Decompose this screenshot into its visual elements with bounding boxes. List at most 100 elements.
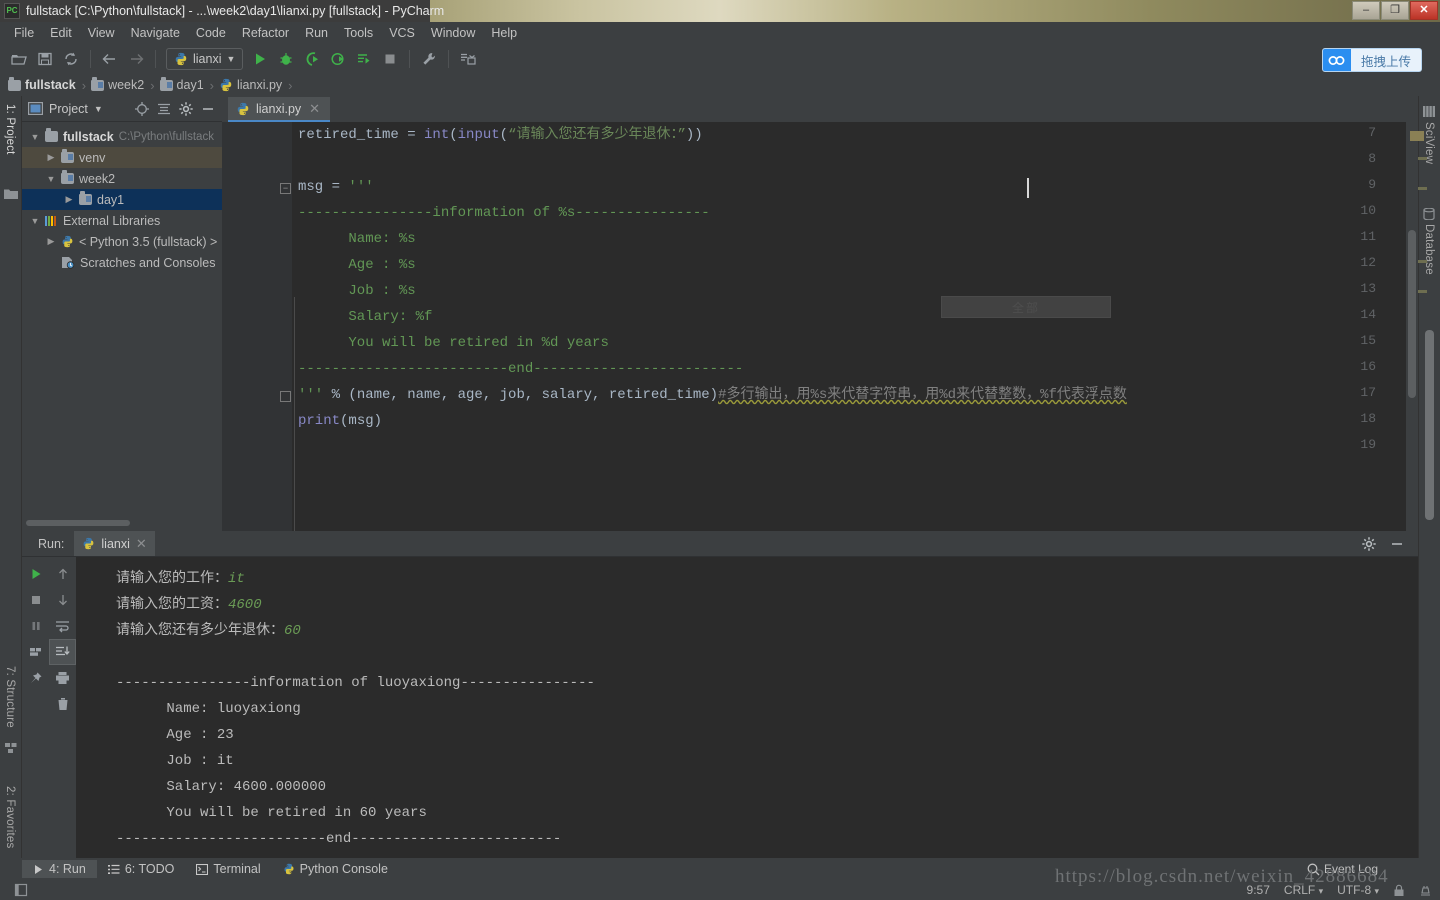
scroll-to-end-icon[interactable]: [49, 639, 76, 665]
menu-run[interactable]: Run: [297, 24, 336, 42]
down-arrow-icon[interactable]: [49, 587, 76, 613]
gear-icon[interactable]: [1362, 536, 1376, 551]
menu-vcs[interactable]: VCS: [381, 24, 423, 42]
menu-navigate[interactable]: Navigate: [123, 24, 188, 42]
status-bar: 9:57 CRLF ▾ UTF-8 ▾: [0, 880, 1440, 900]
hide-panel-icon[interactable]: [1390, 537, 1404, 551]
code-editor[interactable]: 7 8 9 10 11 12 13 14 15 16 17 18 19 − re…: [222, 122, 1418, 531]
stop-icon[interactable]: [378, 47, 402, 71]
breadcrumb-item-lianxi[interactable]: lianxi.py: [219, 78, 288, 92]
memory-indicator-icon[interactable]: [1419, 884, 1432, 897]
menu-tools[interactable]: Tools: [336, 24, 381, 42]
code-line-14: Salary: %f: [298, 309, 433, 325]
scratches-icon: [61, 256, 75, 269]
menu-file[interactable]: File: [6, 24, 42, 42]
up-arrow-icon[interactable]: [49, 561, 76, 587]
tree-item-day1[interactable]: ▶ day1: [22, 189, 222, 210]
gear-icon[interactable]: [179, 101, 193, 116]
chevron-expanded-icon[interactable]: ▼: [30, 132, 40, 142]
profile-icon[interactable]: [326, 47, 350, 71]
close-button[interactable]: ✕: [1410, 1, 1438, 20]
bottom-tab-terminal[interactable]: Terminal: [185, 860, 271, 878]
run-icon[interactable]: [248, 47, 272, 71]
pin-icon[interactable]: [22, 665, 49, 691]
trash-icon[interactable]: [49, 691, 76, 717]
menu-view[interactable]: View: [80, 24, 123, 42]
minimize-button[interactable]: –: [1352, 1, 1380, 20]
hide-panel-icon[interactable]: [201, 102, 215, 116]
open-folder-icon[interactable]: [7, 47, 31, 71]
pause-icon[interactable]: [22, 613, 49, 639]
toggle-tool-windows-icon[interactable]: [14, 883, 28, 897]
sidebar-item-database[interactable]: Database: [1423, 224, 1435, 275]
sidebar-item-structure[interactable]: 7: Structure: [4, 666, 16, 728]
project-panel-horizontal-scrollbar[interactable]: [26, 520, 130, 526]
close-icon[interactable]: ✕: [136, 536, 147, 552]
tab-lianxi-py[interactable]: lianxi.py ✕: [228, 97, 331, 122]
sidebar-item-project[interactable]: 1: Project: [4, 104, 16, 155]
baidu-upload-button[interactable]: 拖拽上传: [1321, 48, 1422, 72]
target-icon[interactable]: [135, 101, 149, 116]
status-bar-right: 9:57 CRLF ▾ UTF-8 ▾: [1247, 880, 1432, 900]
code-token: print: [298, 413, 341, 429]
chevron-expanded-icon[interactable]: ▼: [30, 216, 40, 226]
editor-vertical-scrollbar[interactable]: [1406, 122, 1418, 531]
editor-code-area[interactable]: retired_time = int(input(“请输入您还有多少年退休：”)…: [292, 122, 1418, 531]
file-encoding[interactable]: UTF-8 ▾: [1337, 883, 1379, 897]
fold-marker-end[interactable]: [280, 391, 291, 402]
output-user-input: it: [228, 571, 245, 587]
chevron-expanded-icon[interactable]: ▼: [46, 174, 56, 184]
bottom-tab-python-console[interactable]: Python Console: [272, 860, 399, 878]
run-configuration-selector[interactable]: lianxi ▼: [166, 48, 244, 70]
menu-code[interactable]: Code: [188, 24, 234, 42]
chevron-down-icon[interactable]: ▼: [94, 104, 103, 114]
chevron-collapsed-icon[interactable]: ▶: [46, 152, 56, 163]
tree-item-week2[interactable]: ▼ week2: [22, 168, 222, 189]
bottom-tab-run[interactable]: 4: Run: [22, 860, 97, 878]
breadcrumb-item-day1[interactable]: day1: [159, 76, 210, 92]
fold-marker-start[interactable]: −: [280, 183, 291, 194]
save-all-icon[interactable]: [33, 47, 57, 71]
menu-edit[interactable]: Edit: [42, 24, 80, 42]
menu-refactor[interactable]: Refactor: [234, 24, 297, 42]
event-log-button[interactable]: Event Log: [1307, 862, 1378, 876]
soft-wrap-icon[interactable]: [49, 613, 76, 639]
tree-item-scratches[interactable]: Scratches and Consoles: [22, 252, 222, 273]
tree-item-external-libraries[interactable]: ▼ External Libraries: [22, 210, 222, 231]
sync-icon[interactable]: [59, 47, 83, 71]
breadcrumb-item-week2[interactable]: week2: [91, 76, 150, 92]
collapse-all-icon[interactable]: [157, 102, 171, 116]
menu-help[interactable]: Help: [483, 24, 525, 42]
back-arrow-icon[interactable]: [98, 47, 122, 71]
run-output-console[interactable]: 请输入您的工作：it 请输入您的工资：4600 请输入您还有多少年退休：60 -…: [76, 557, 1418, 858]
debug-icon[interactable]: [274, 47, 298, 71]
tree-item-fullstack[interactable]: ▼ fullstack C:\Python\fullstack: [22, 126, 222, 147]
settings-wrench-icon[interactable]: [417, 47, 441, 71]
forward-arrow-icon[interactable]: [124, 47, 148, 71]
rerun-icon[interactable]: [22, 561, 49, 587]
chevron-collapsed-icon[interactable]: ▶: [64, 194, 74, 205]
update-project-icon[interactable]: [456, 47, 480, 71]
line-separator[interactable]: CRLF ▾: [1284, 883, 1323, 897]
editor-overview-scrollbar[interactable]: [1425, 330, 1434, 520]
breadcrumb-item-fullstack[interactable]: fullstack: [8, 76, 82, 92]
close-icon[interactable]: ✕: [309, 101, 320, 117]
editor-scrollbar-thumb[interactable]: [1408, 230, 1416, 398]
run-coverage-icon[interactable]: [300, 47, 324, 71]
menu-window[interactable]: Window: [423, 24, 483, 42]
run-with-console-icon[interactable]: [352, 47, 376, 71]
printer-icon[interactable]: [49, 665, 76, 691]
run-tab-lianxi[interactable]: lianxi ✕: [74, 531, 155, 556]
breadcrumb-separator-3: ›: [209, 77, 214, 93]
print-layout-icon[interactable]: [22, 639, 49, 665]
tree-item-venv[interactable]: ▶ venv: [22, 147, 222, 168]
lock-icon[interactable]: [1393, 884, 1405, 897]
sidebar-item-favorites[interactable]: 2: Favorites: [4, 786, 16, 848]
maximize-button[interactable]: ❐: [1381, 1, 1409, 20]
tree-item-python-sdk[interactable]: ▶ < Python 3.5 (fullstack) >: [22, 231, 222, 252]
stop-icon[interactable]: [22, 587, 49, 613]
bottom-tab-todo[interactable]: 6: TODO: [97, 860, 186, 878]
caret-position[interactable]: 9:57: [1247, 883, 1270, 897]
chevron-collapsed-icon[interactable]: ▶: [46, 236, 56, 247]
chevron-down-icon[interactable]: ▼: [227, 54, 236, 64]
